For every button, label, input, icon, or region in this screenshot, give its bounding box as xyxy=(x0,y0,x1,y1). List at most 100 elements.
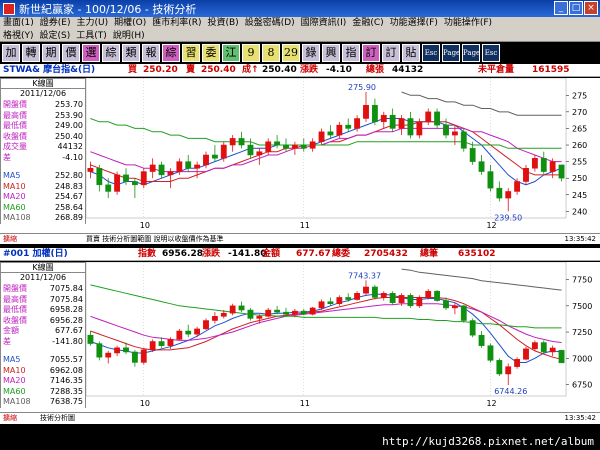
info-label: 成交量 xyxy=(3,142,27,151)
menu-item[interactable]: 主力(U) xyxy=(76,17,108,30)
toolbar-button[interactable]: 訂 xyxy=(362,44,380,62)
menu-item[interactable]: 金融(C) xyxy=(352,17,383,30)
lower-sell-value: 635102 xyxy=(458,249,496,259)
lower-status-text: 技術分析圖 xyxy=(40,414,75,422)
toolbar-button[interactable]: 期 xyxy=(42,44,60,62)
info-label: 差 xyxy=(3,336,11,346)
menu-item[interactable]: 國際資訊(I) xyxy=(301,17,347,30)
toolbar-button[interactable]: 貼 xyxy=(402,44,420,62)
toolbar-button[interactable]: 訂 xyxy=(382,44,400,62)
upper-vol-label: 總張 xyxy=(366,65,385,75)
toolbar-button[interactable]: 江 xyxy=(222,44,240,62)
toolbar-button[interactable]: Esc xyxy=(482,44,500,62)
toolbar-button[interactable]: Page xyxy=(442,44,460,62)
candle-body xyxy=(523,348,529,360)
lower-symbol[interactable]: #001 加權(日) xyxy=(3,248,68,261)
toolbar-button[interactable]: 習 xyxy=(182,44,200,62)
toolbar-button[interactable]: 綜 xyxy=(162,44,180,62)
lower-kline-chart[interactable]: 7750 7500 7250 7000 6750 10 11 12 7743.37 6744.26 xyxy=(86,262,600,412)
ma-value: 258.64 xyxy=(55,202,83,212)
menu-item[interactable]: 工具(T) xyxy=(76,30,107,41)
candle-body xyxy=(238,138,245,146)
candle-body xyxy=(354,293,361,300)
candle-body xyxy=(469,148,476,162)
toolbar-button[interactable]: 指 xyxy=(342,44,360,62)
candle-body xyxy=(247,309,254,319)
upper-symbol[interactable]: STWA& 摩台指&(日) xyxy=(3,64,95,77)
upper-sell-label: 賣 xyxy=(186,65,196,75)
x-tick-label: 12 xyxy=(486,399,496,408)
menu-item[interactable]: 功能操作(F) xyxy=(444,17,492,30)
toolbar-button[interactable]: 類 xyxy=(122,44,140,62)
info-value: 253.90 xyxy=(55,110,83,120)
maximize-button[interactable]: □ xyxy=(569,1,583,15)
info-value: 253.70 xyxy=(55,100,83,109)
menu-item[interactable]: 期權(O) xyxy=(114,17,146,30)
toolbar-button[interactable]: 綜 xyxy=(102,44,120,62)
candle-body xyxy=(514,181,521,192)
candle-body xyxy=(229,138,236,146)
toolbar-button[interactable]: 錄 xyxy=(302,44,320,62)
ma-label: MA60 xyxy=(3,386,26,396)
candle-body xyxy=(87,334,94,344)
ma-label: MA10 xyxy=(3,365,26,375)
candle-body xyxy=(283,311,289,315)
upper-info-panel: K線圖 2011/12/06 開盤價 253.70 最高價 253.90 最低價 249.00… xyxy=(0,78,86,234)
kline-title: K線圖 xyxy=(0,78,86,89)
minimize-button[interactable]: _ xyxy=(554,1,568,15)
candle-body xyxy=(487,345,494,361)
menu-item[interactable]: 畫面(1) xyxy=(3,17,34,30)
ma-value: 268.89 xyxy=(55,213,83,222)
upper-change-label: 漲跌 xyxy=(300,65,319,75)
toolbar-button[interactable]: 興 xyxy=(322,44,340,62)
info-label: 金額 xyxy=(3,326,19,335)
candle-body xyxy=(380,293,387,298)
menu-item[interactable]: 設定(S) xyxy=(40,30,71,41)
info-row: 最高價 7075.84 xyxy=(0,294,86,305)
candle-body xyxy=(291,144,298,149)
candle-body xyxy=(531,342,538,350)
close-button[interactable]: × xyxy=(584,1,598,15)
ma-value: 254.67 xyxy=(55,192,83,201)
toolbar-button[interactable]: 報 xyxy=(142,44,160,62)
info-label: 開盤價 xyxy=(3,100,27,109)
toolbar-button[interactable]: 價 xyxy=(62,44,80,62)
toolbar-button[interactable]: 29 xyxy=(282,44,300,62)
window-title: 新世紀贏家 - 100/12/06 - 技術分析 xyxy=(19,2,197,16)
menu-item[interactable]: 證券(E) xyxy=(40,17,71,30)
candle-body xyxy=(123,347,129,353)
info-value: 7075.84 xyxy=(49,294,83,304)
candle-body xyxy=(496,187,503,199)
candle-body xyxy=(211,316,218,321)
y-tick-label: 240 xyxy=(572,207,587,216)
candle-body xyxy=(451,305,458,309)
toolbar-button[interactable]: 選 xyxy=(82,44,100,62)
toolbar-button[interactable]: 委 xyxy=(202,44,220,62)
candle-body xyxy=(460,305,467,321)
info-label: 最高價 xyxy=(3,110,27,120)
menu-item[interactable]: 投資(B) xyxy=(207,17,238,30)
candle-body xyxy=(487,171,494,189)
toolbar-button[interactable]: Page xyxy=(462,44,480,62)
info-value: 7075.84 xyxy=(49,284,83,293)
toolbar-button[interactable]: Esc xyxy=(422,44,440,62)
toolbar-button[interactable]: 加 xyxy=(2,44,20,62)
ma-value: 7288.35 xyxy=(49,386,83,396)
toolbar-button[interactable]: 9 xyxy=(242,44,260,62)
menu-item[interactable]: 功能選擇(F) xyxy=(390,17,438,30)
candle-body xyxy=(425,290,432,298)
y-tick-label: 7500 xyxy=(572,302,592,311)
menu-item[interactable]: 設盤密碼(D) xyxy=(245,17,295,30)
lower-buy-value: 2705432 xyxy=(364,249,408,259)
candle-body xyxy=(443,300,449,309)
menu-item[interactable]: 匯市利率(R) xyxy=(152,17,201,30)
menu-item[interactable]: 格視(Y) xyxy=(3,30,34,41)
menu-item[interactable]: 說明(H) xyxy=(113,30,145,41)
window-titlebar: 新世紀贏家 - 100/12/06 - 技術分析 _ □ × xyxy=(0,0,600,17)
toolbar-button[interactable]: 8 xyxy=(262,44,280,62)
toolbar-button[interactable]: 轉 xyxy=(22,44,40,62)
high-annotation: 275.90 xyxy=(348,83,376,92)
candle-body xyxy=(443,124,449,136)
upper-kline-chart[interactable]: 27527026526025525024524010 11 12275.90239.… xyxy=(86,78,600,234)
upper-change-value: -4.10 xyxy=(326,65,352,75)
